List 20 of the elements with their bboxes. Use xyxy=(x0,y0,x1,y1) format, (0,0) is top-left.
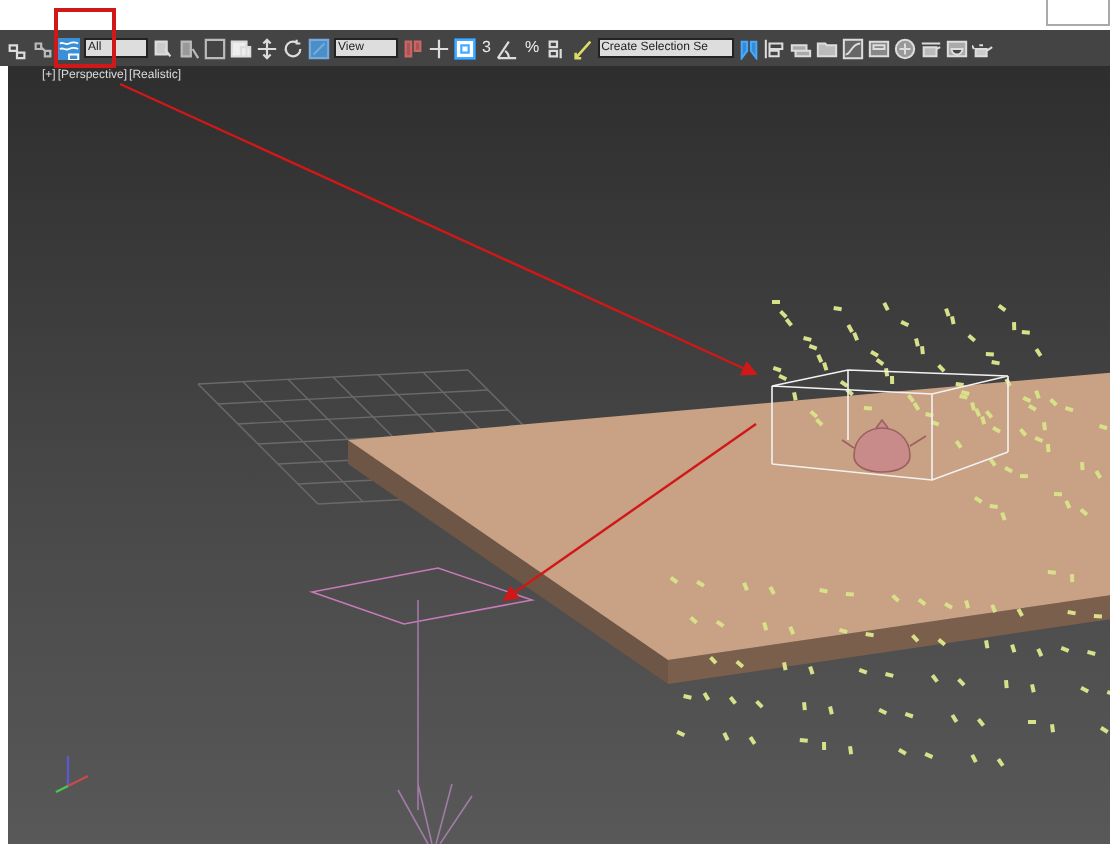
angle-snap-icon[interactable] xyxy=(496,37,519,59)
window-icon[interactable] xyxy=(230,37,252,59)
rotate-icon[interactable] xyxy=(282,37,304,59)
folder-icon[interactable] xyxy=(815,37,838,59)
panel-corner xyxy=(1046,0,1110,26)
broken-link-icon[interactable] xyxy=(32,37,54,59)
mirror-icon[interactable] xyxy=(737,37,760,59)
snap-toggle-button[interactable]: 3 xyxy=(480,38,493,58)
rectangle-icon[interactable] xyxy=(204,37,226,59)
percent-snap-button[interactable]: % xyxy=(522,38,542,58)
schematic-icon[interactable] xyxy=(867,37,890,59)
spinner-snap-icon[interactable] xyxy=(545,37,568,59)
move-icon[interactable] xyxy=(256,37,278,59)
crosshair-icon[interactable] xyxy=(428,37,450,59)
render-frame-icon[interactable] xyxy=(945,37,968,59)
curve-editor-icon[interactable] xyxy=(841,37,864,59)
wave-bind-icon[interactable] xyxy=(58,37,80,59)
axis-tripod-icon xyxy=(55,756,89,794)
highlight-frame xyxy=(54,8,116,68)
align-icon[interactable] xyxy=(763,37,786,59)
